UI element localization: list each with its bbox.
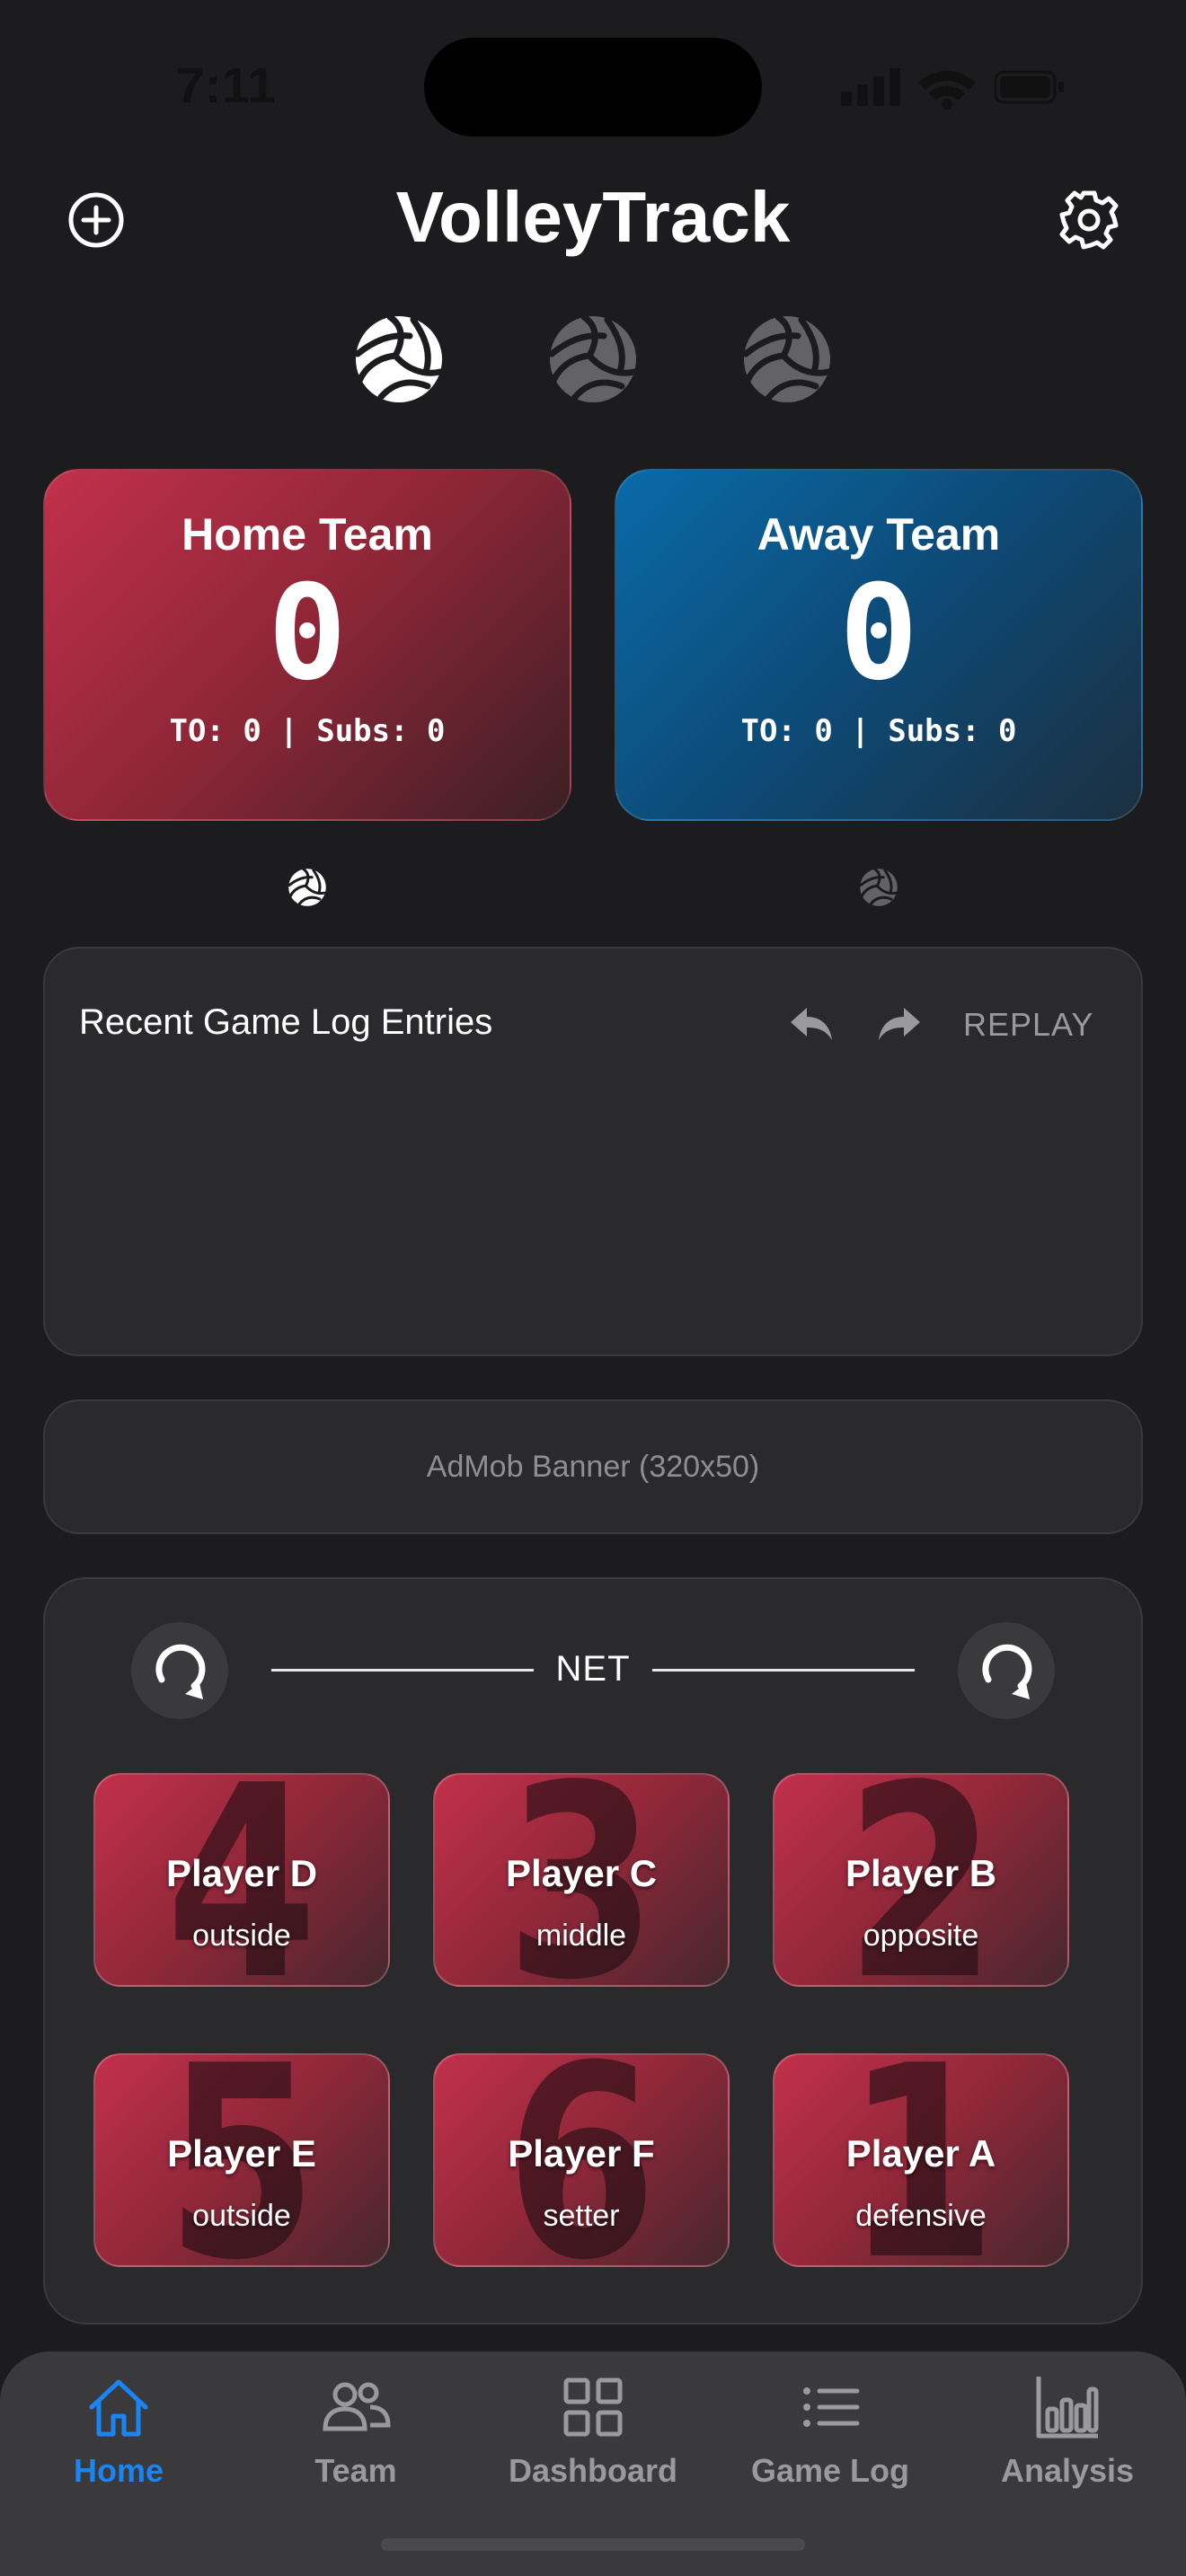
home-indicator[interactable] <box>381 2538 805 2551</box>
rotate-left-button[interactable] <box>131 1622 228 1719</box>
away-team-stats: TO: 0 | Subs: 0 <box>740 713 1017 749</box>
player-role: setter <box>543 2199 620 2233</box>
away-team-name: Away Team <box>757 509 1001 560</box>
home-icon <box>89 2379 148 2437</box>
game-log-title: Recent Game Log Entries <box>79 1002 493 1042</box>
bar-chart-icon <box>1036 2377 1099 2439</box>
set-indicators <box>0 305 1186 413</box>
tab-label: Dashboard <box>508 2452 678 2489</box>
player-role: middle <box>535 1919 627 1953</box>
player-name: Player B <box>845 1852 997 1894</box>
player-name: Player D <box>165 1852 318 1894</box>
net-line-left <box>271 1669 534 1672</box>
dynamic-island <box>424 38 762 137</box>
player-role: outside <box>192 2199 291 2233</box>
undo-arrow-icon <box>791 1008 832 1040</box>
app-title: VolleyTrack <box>395 177 791 257</box>
home-team-card[interactable]: Home Team 0 TO: 0 | Subs: 0 <box>43 469 571 821</box>
rotate-icon <box>975 1639 1038 1702</box>
home-team-score: 0 <box>268 557 347 710</box>
tab-analysis[interactable]: Analysis <box>949 2371 1186 2490</box>
player-role: opposite <box>863 1919 979 1953</box>
player-name: Player C <box>505 1852 658 1894</box>
set-2-volleyball-icon <box>539 305 647 413</box>
replay-button[interactable]: REPLAY <box>963 1006 1093 1044</box>
redo-button[interactable] <box>873 1001 924 1051</box>
player-card-position-2[interactable]: 2 Player B opposite <box>773 1773 1069 1987</box>
player-card-position-3[interactable]: 3 Player C middle <box>433 1773 730 1987</box>
signal-icon <box>841 68 900 106</box>
undo-button[interactable] <box>787 1001 837 1051</box>
set-1-volleyball-icon <box>345 305 453 413</box>
home-team-stats: TO: 0 | Subs: 0 <box>169 713 446 749</box>
away-team-score: 0 <box>839 557 918 710</box>
player-name: Player E <box>167 2132 316 2175</box>
battery-icon <box>994 70 1064 104</box>
gear-icon <box>1059 190 1119 250</box>
redo-arrow-icon <box>879 1008 920 1040</box>
list-icon <box>803 2387 860 2427</box>
ad-banner[interactable]: AdMob Banner (320x50) <box>43 1399 1143 1534</box>
away-serve-volleyball-icon <box>858 867 899 908</box>
player-card-position-6[interactable]: 6 Player F setter <box>433 2053 730 2267</box>
player-role: outside <box>192 1919 291 1953</box>
net-line-right <box>652 1669 915 1672</box>
player-card-position-4[interactable]: 4 Player D outside <box>93 1773 390 1987</box>
status-icons <box>841 65 1075 110</box>
home-serve-volleyball-icon <box>287 867 328 908</box>
player-name: Player A <box>845 2132 996 2175</box>
rotate-icon <box>148 1639 211 1702</box>
tab-team[interactable]: Team <box>237 2371 474 2490</box>
tab-game-log[interactable]: Game Log <box>712 2371 949 2490</box>
tab-label: Team <box>314 2452 397 2489</box>
player-name: Player F <box>508 2132 655 2175</box>
tab-label: Analysis <box>1000 2452 1135 2489</box>
player-role: defensive <box>855 2199 987 2233</box>
net-label: NET <box>555 1649 631 1689</box>
tab-dashboard[interactable]: Dashboard <box>474 2371 712 2490</box>
rotate-right-button[interactable] <box>958 1622 1055 1719</box>
player-card-position-1[interactable]: 1 Player A defensive <box>773 2053 1069 2267</box>
away-team-card[interactable]: Away Team 0 TO: 0 | Subs: 0 <box>615 469 1143 821</box>
set-3-volleyball-icon <box>733 305 841 413</box>
home-team-name: Home Team <box>181 509 433 560</box>
settings-button[interactable] <box>1057 188 1121 252</box>
wifi-icon <box>918 71 976 110</box>
grid-icon <box>563 2378 623 2437</box>
tab-label: Game Log <box>750 2452 910 2489</box>
status-time: 7:11 <box>176 57 276 113</box>
tab-home[interactable]: Home <box>0 2371 237 2490</box>
player-card-position-5[interactable]: 5 Player E outside <box>93 2053 390 2267</box>
tab-label: Home <box>73 2452 164 2489</box>
people-icon <box>323 2382 391 2431</box>
away-serve-indicator[interactable] <box>855 864 902 911</box>
home-serve-indicator[interactable] <box>284 864 331 911</box>
